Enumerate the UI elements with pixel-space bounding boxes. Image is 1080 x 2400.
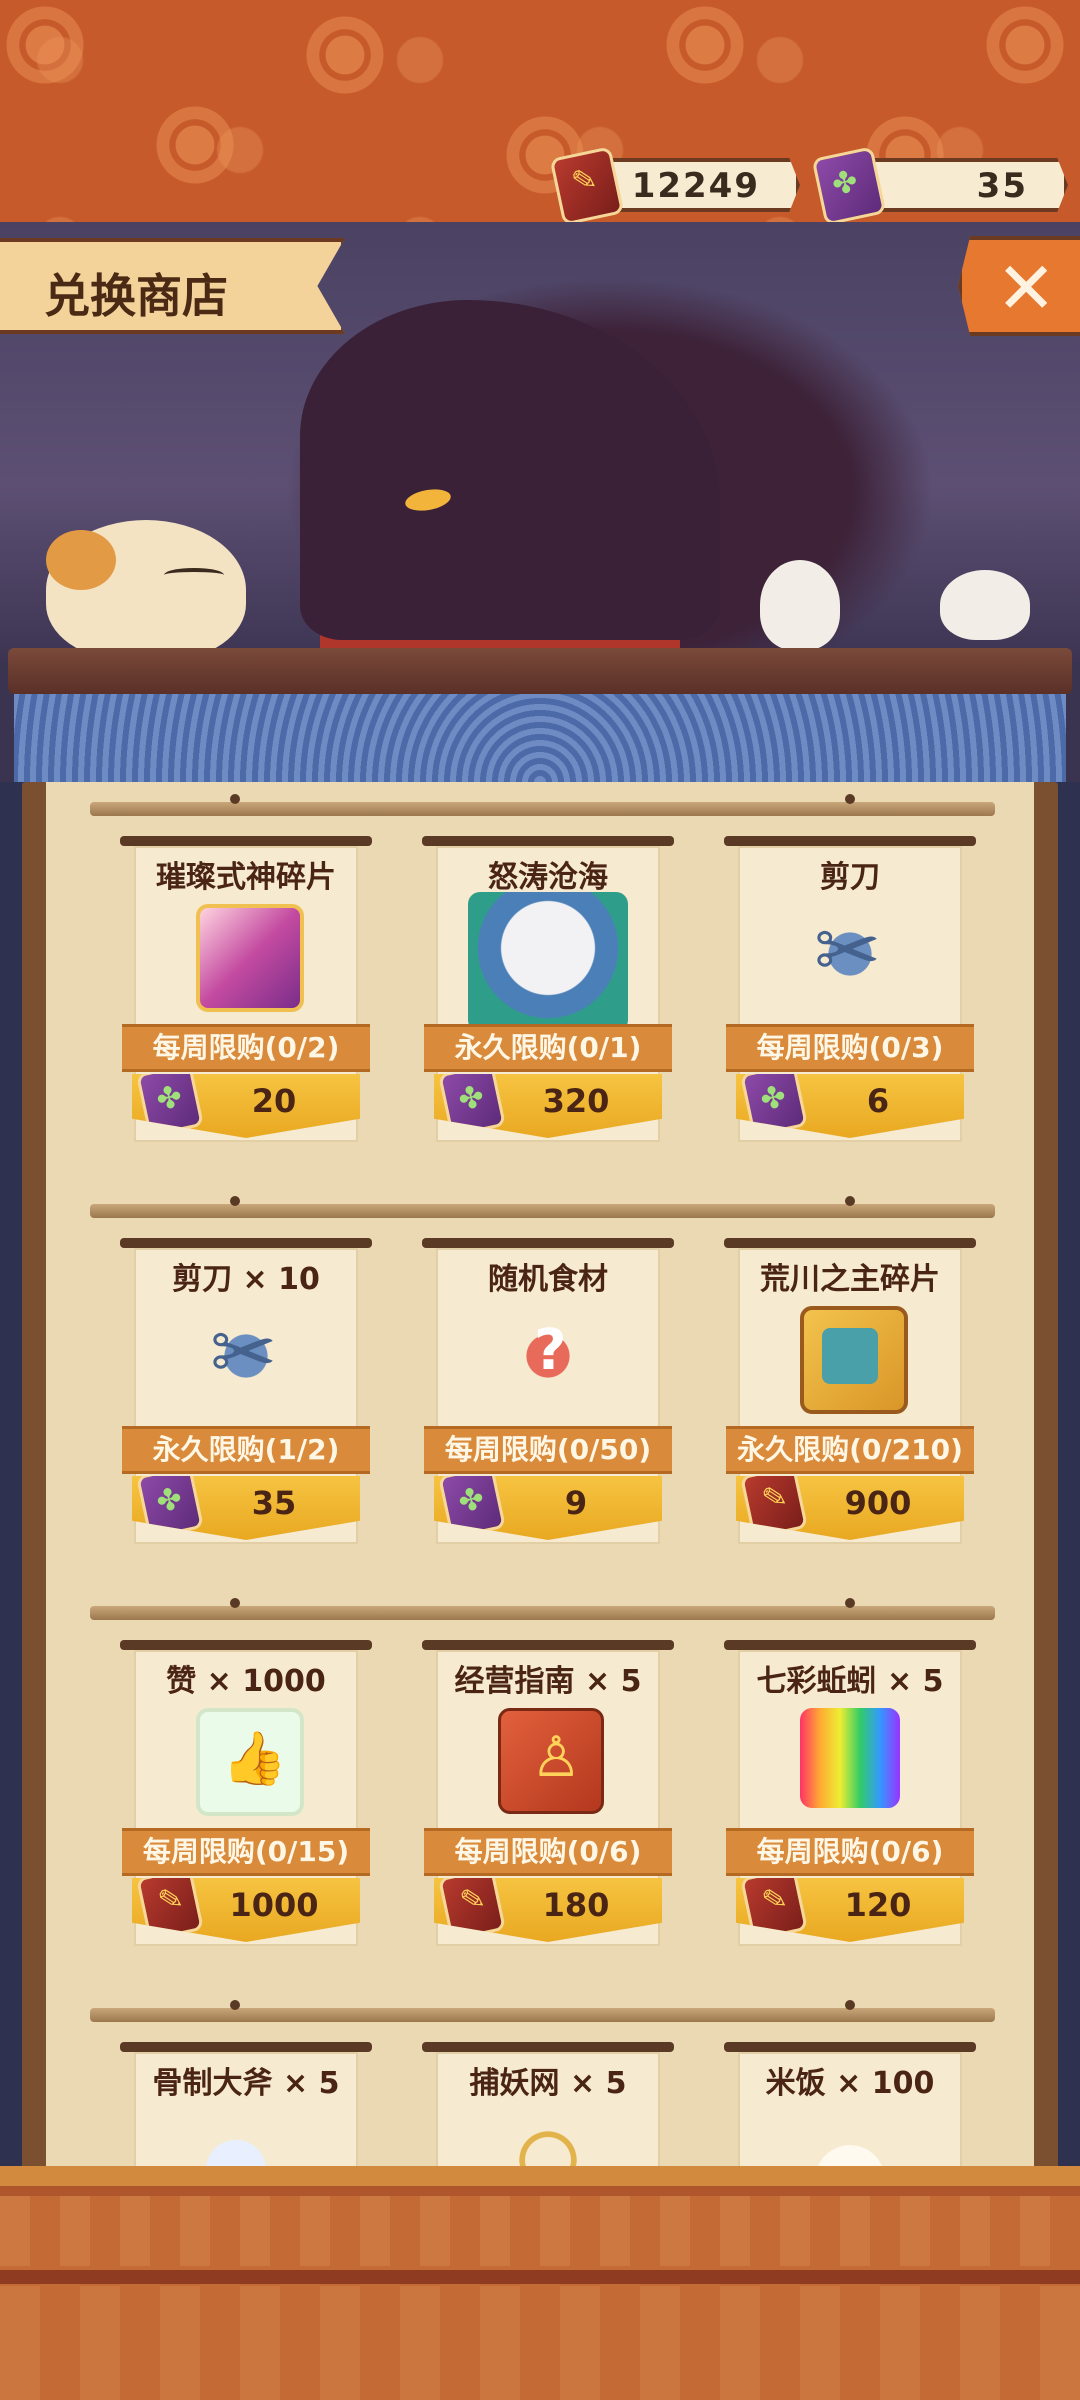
shop-item[interactable]: 随机食材 每周限购(0/50) 9 bbox=[422, 1238, 674, 1558]
price-value: 180 bbox=[542, 1886, 610, 1924]
shop-item[interactable]: 剪刀 × 10 永久限购(1/2) 35 bbox=[120, 1238, 372, 1558]
wave-awning bbox=[14, 694, 1066, 788]
white-spirit-mascot bbox=[760, 560, 840, 650]
price-value: 900 bbox=[844, 1484, 912, 1522]
hanging-rod bbox=[422, 836, 674, 846]
price-value: 20 bbox=[251, 1082, 297, 1120]
price-value: 35 bbox=[251, 1484, 297, 1522]
flower-pattern bbox=[300, 10, 390, 100]
cat-mascot bbox=[46, 520, 246, 660]
hanging-rod bbox=[120, 1640, 372, 1650]
currency-clover-counter[interactable]: 35 bbox=[854, 158, 1068, 212]
purchase-limit: 永久限购(0/210) bbox=[726, 1426, 974, 1474]
price-value: 1000 bbox=[229, 1886, 319, 1924]
page-title: 兑换商店 bbox=[44, 269, 228, 323]
checker-pattern bbox=[0, 2196, 1080, 2266]
purchase-limit: 永久限购(0/1) bbox=[424, 1024, 672, 1072]
item-name: 剪刀 bbox=[820, 860, 880, 895]
close-icon: ✕ bbox=[996, 246, 1057, 330]
hanging-rod bbox=[120, 2042, 372, 2052]
decor-stripe bbox=[0, 2270, 1080, 2284]
purchase-limit: 每周限购(0/3) bbox=[726, 1024, 974, 1072]
currency-value: 12249 bbox=[631, 166, 760, 206]
shop-item[interactable]: 剪刀 每周限购(0/3) 6 bbox=[724, 836, 976, 1156]
flower-pattern bbox=[660, 0, 750, 90]
shikigami-shard-icon bbox=[196, 904, 304, 1012]
hanging-rod bbox=[422, 1640, 674, 1650]
shelf-rail bbox=[90, 2000, 995, 2022]
item-name: 经营指南 × 5 bbox=[454, 1664, 642, 1699]
hanging-rod bbox=[724, 2042, 976, 2052]
item-name: 剪刀 × 10 bbox=[172, 1262, 320, 1297]
portrait-shard-icon bbox=[800, 1306, 908, 1414]
item-name: 怒涛沧海 bbox=[488, 860, 608, 895]
scissors-icon bbox=[800, 904, 900, 1004]
character-skin-icon bbox=[468, 892, 628, 1032]
item-name: 米饭 × 100 bbox=[765, 2066, 935, 2101]
hanging-rod bbox=[120, 836, 372, 846]
item-name: 捕妖网 × 5 bbox=[469, 2066, 627, 2101]
shop-item[interactable]: 赞 × 1000 每周限购(0/15) 1000 bbox=[120, 1640, 372, 1960]
item-name: 荒川之主碎片 bbox=[760, 1262, 940, 1297]
purchase-limit: 每周限购(0/50) bbox=[424, 1426, 672, 1474]
shop-item[interactable]: 璀璨式神碎片 每周限购(0/2) 20 bbox=[120, 836, 372, 1156]
flower-pattern bbox=[0, 0, 90, 90]
currency-value: 35 bbox=[976, 166, 1028, 206]
shelf-rail bbox=[90, 1196, 995, 1218]
flower-pattern bbox=[980, 0, 1070, 90]
purchase-limit: 永久限购(1/2) bbox=[122, 1426, 370, 1474]
like-cards-icon bbox=[196, 1708, 304, 1816]
price-value: 320 bbox=[542, 1082, 610, 1120]
shop-item[interactable]: 荒川之主碎片 永久限购(0/210) 900 bbox=[724, 1238, 976, 1558]
item-name: 璀璨式神碎片 bbox=[156, 860, 336, 895]
bottom-decor-band bbox=[0, 2166, 1080, 2400]
item-name: 赞 × 1000 bbox=[166, 1664, 326, 1699]
purchase-limit: 每周限购(0/6) bbox=[726, 1828, 974, 1876]
purchase-limit: 每周限购(0/2) bbox=[122, 1024, 370, 1072]
white-spirit-mascot bbox=[940, 570, 1030, 640]
guide-book-icon bbox=[498, 1708, 604, 1814]
shelf-rail bbox=[90, 1598, 995, 1620]
purchase-limit: 每周限购(0/15) bbox=[122, 1828, 370, 1876]
price-value: 9 bbox=[564, 1484, 588, 1522]
side-decor bbox=[1058, 782, 1080, 2182]
shop-item[interactable]: 经营指南 × 5 每周限购(0/6) 180 bbox=[422, 1640, 674, 1960]
price-value: 120 bbox=[844, 1886, 912, 1924]
shop-item[interactable]: 七彩蚯蚓 × 5 每周限购(0/6) 120 bbox=[724, 1640, 976, 1960]
side-decor bbox=[0, 782, 22, 2182]
scissors-icon bbox=[196, 1306, 296, 1406]
purchase-limit: 每周限购(0/6) bbox=[424, 1828, 672, 1876]
shop-item[interactable]: 怒涛沧海 永久限购(0/1) 320 bbox=[422, 836, 674, 1156]
close-button[interactable]: ✕ bbox=[958, 236, 1080, 336]
shelf-top bbox=[8, 648, 1072, 694]
shelf-rail bbox=[90, 794, 995, 816]
hanging-rod bbox=[422, 1238, 674, 1248]
item-name: 骨制大斧 × 5 bbox=[152, 2066, 340, 2101]
rainbow-worm-icon bbox=[800, 1708, 900, 1808]
checker-pattern bbox=[0, 2286, 1080, 2400]
item-name: 七彩蚯蚓 × 5 bbox=[756, 1664, 944, 1699]
mystery-meat-icon bbox=[498, 1306, 598, 1406]
hanging-rod bbox=[724, 836, 976, 846]
hanging-rod bbox=[120, 1238, 372, 1248]
flower-pattern bbox=[150, 100, 240, 190]
hanging-rod bbox=[422, 2042, 674, 2052]
price-value: 6 bbox=[866, 1082, 890, 1120]
shop-title-tag: 兑换商店 bbox=[0, 238, 345, 334]
hanging-rod bbox=[724, 1640, 976, 1650]
hanging-rod bbox=[724, 1238, 976, 1248]
item-name: 随机食材 bbox=[488, 1262, 608, 1297]
